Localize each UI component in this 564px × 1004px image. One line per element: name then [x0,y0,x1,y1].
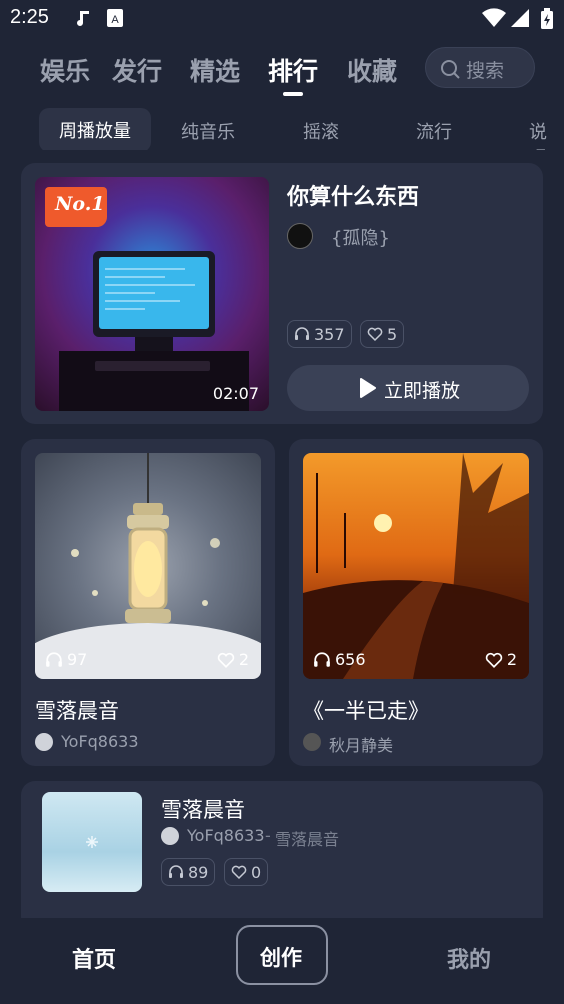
song-card-1-cover: 97 2 [35,453,261,679]
play-icon [360,378,376,398]
tab-entertainment[interactable]: 娱乐 [40,52,90,88]
rank-badge-text: No.1 [55,193,105,215]
heart-icon [485,652,503,668]
nav-create-button[interactable]: 创作 [236,925,328,985]
headphones-icon [169,865,183,878]
user-avatar-icon [35,733,53,751]
song-card-1-likes-stat[interactable]: 2 [217,650,249,669]
song-list-item[interactable]: 雪落晨音 YoFq8633 - 雪落晨音 89 0 [21,781,543,931]
wifi-icon [482,8,506,27]
song-card-2-plays: 656 [335,650,366,669]
snowflake-icon [86,836,98,848]
featured-plays-pill: 357 [287,320,352,348]
artist-avatar [287,223,313,249]
subtab-pure-music[interactable]: 纯音乐 [181,118,235,144]
search-placeholder: 搜索 [466,60,505,82]
featured-cover: No.1 02:07 [35,177,269,411]
song-list-item-plays: 89 [188,862,209,882]
search-icon [441,60,460,79]
app-store-icon: A [107,9,123,27]
tab-featured[interactable]: 精选 [190,52,240,88]
song-card-2-plays-stat: 656 [313,650,366,669]
song-card-2[interactable]: 656 2 《一半已走》 秋月静美 [289,439,543,766]
song-list-item-cover [42,792,142,892]
subtab-weekly-plays[interactable]: 周播放量 [39,108,151,150]
headphones-icon [46,651,62,667]
song-card-1[interactable]: 97 2 雪落晨音 YoFq8633 [21,439,275,766]
play-now-button[interactable]: 立即播放 [287,365,529,411]
song-card-1-title: 雪落晨音 [35,699,119,723]
song-card-2-likes-stat[interactable]: 2 [485,650,517,669]
sunset-road-illustration [303,453,529,679]
featured-plays: 357 [314,324,345,344]
featured-title: 你算什么东西 [287,185,420,210]
song-card-1-plays: 97 [67,650,88,669]
heart-icon [217,652,235,668]
ranking-subtabs: 周播放量 纯音乐 摇滚 流行 说唱 [0,106,564,150]
duration-label: 02:07 [212,384,259,403]
separator: - [265,826,271,845]
search-box[interactable]: 搜索 [425,47,535,88]
battery-icon [541,8,553,29]
song-card-2-likes: 2 [506,650,517,669]
tab-favorites[interactable]: 收藏 [347,52,397,88]
status-time: 2:25 [10,6,49,28]
song-list-item-plays-pill: 89 [161,858,216,886]
subtab-rap[interactable]: 说唱 [529,118,564,150]
artist-avatar [303,733,321,751]
svg-text:A: A [111,14,119,26]
headphones-icon [295,327,309,340]
featured-likes-pill[interactable]: 5 [360,320,405,348]
featured-likes: 5 [387,324,398,344]
song-list-item-album: 雪落晨音 [275,830,340,849]
subtab-rock[interactable]: 摇滚 [303,118,339,144]
nav-home[interactable]: 首页 [72,942,116,974]
song-list-item-artist[interactable]: YoFq8633 [187,826,265,845]
bottom-navigation: 首页 创作 我的 [0,918,564,1004]
song-list-item-likes: 0 [251,862,262,882]
user-avatar-icon [161,827,179,845]
lantern-illustration [35,453,261,679]
play-now-label: 立即播放 [384,380,461,402]
active-tab-indicator [283,92,303,96]
song-list-item-title: 雪落晨音 [161,798,245,822]
nav-create-label: 创作 [260,946,302,970]
signal-icon [511,9,529,27]
song-card-1-artist[interactable]: YoFq8633 [61,732,139,751]
rank-badge: No.1 [45,187,107,227]
tab-release[interactable]: 发行 [112,52,162,88]
song-list-item-likes-pill[interactable]: 0 [224,858,269,886]
song-card-1-likes: 2 [238,650,249,669]
song-card-2-cover: 656 2 [303,453,529,679]
song-card-2-title: 《一半已走》 [303,699,429,723]
song-card-1-plays-stat: 97 [45,650,87,669]
featured-artist[interactable]: {孤隐} [331,224,390,250]
heart-icon [367,327,383,342]
subtab-pop[interactable]: 流行 [416,118,452,144]
headphones-icon [314,651,330,667]
heart-icon [231,865,247,880]
music-note-icon [77,11,89,26]
tab-ranking[interactable]: 排行 [268,52,318,88]
song-card-2-artist[interactable]: 秋月静美 [329,732,393,756]
status-bar: 2:25 A [0,0,564,36]
nav-mine[interactable]: 我的 [447,942,491,974]
